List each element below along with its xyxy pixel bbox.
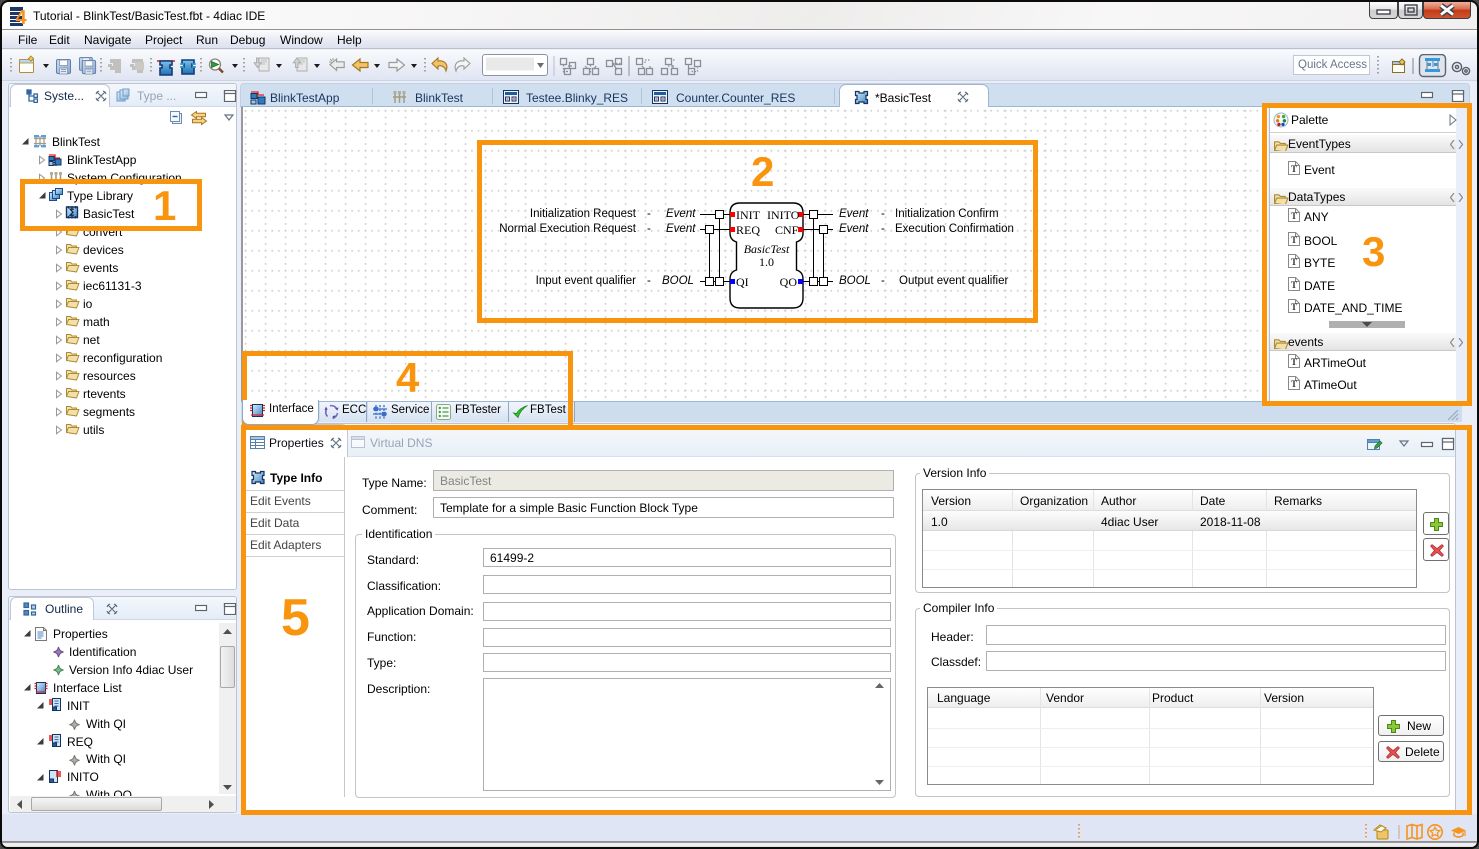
svg-text:4: 4 — [15, 7, 27, 26]
